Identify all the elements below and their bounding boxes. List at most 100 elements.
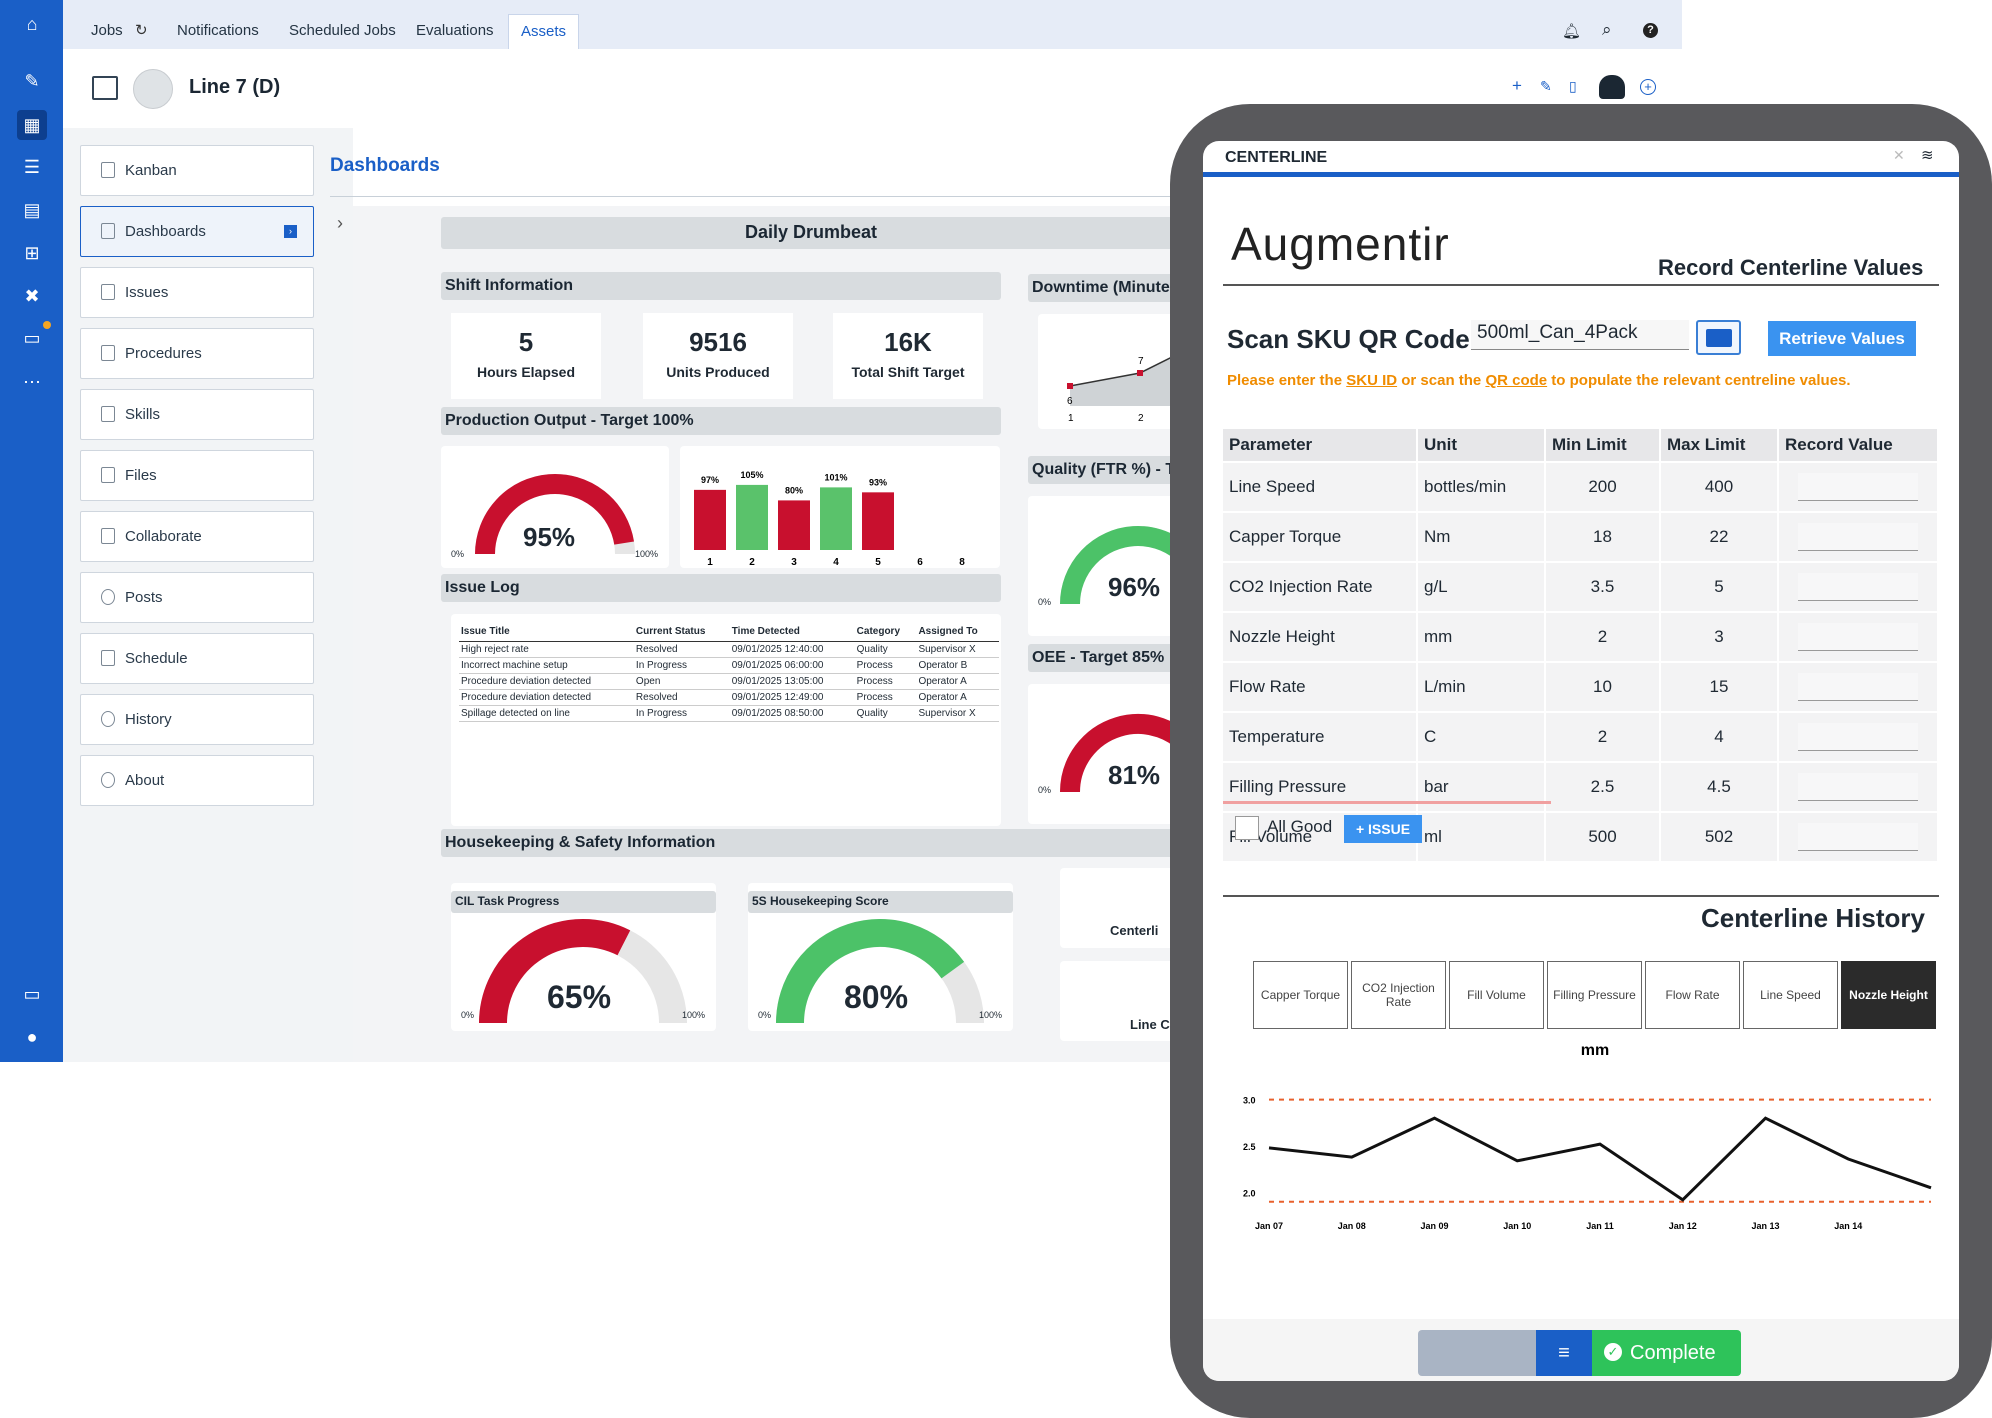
- add-circle-icon[interactable]: +: [1640, 79, 1656, 95]
- augmentir-logo: Augmentir: [1231, 218, 1450, 270]
- record-value-input[interactable]: [1798, 623, 1918, 651]
- nav-schedule[interactable]: Schedule: [80, 633, 314, 684]
- cell: 09/01/2025 06:00:00: [729, 657, 855, 674]
- record-value-input[interactable]: [1798, 523, 1918, 551]
- search-icon[interactable]: ⌕: [1602, 20, 1612, 40]
- trash-icon[interactable]: ▯: [1569, 78, 1577, 95]
- history-tab-line-speed[interactable]: Line Speed: [1743, 961, 1838, 1029]
- record-value-input[interactable]: [1798, 673, 1918, 701]
- quality-title: Quality (FTR %) - Ta: [1028, 456, 1178, 484]
- user-icon[interactable]: ●: [17, 1022, 47, 1052]
- nav-procedures[interactable]: Procedures: [80, 328, 314, 379]
- record-value-input[interactable]: [1798, 723, 1918, 751]
- history-tab-capper-torque[interactable]: Capper Torque: [1253, 961, 1348, 1029]
- document-icon[interactable]: ▤: [17, 195, 47, 225]
- top-tab-bar: Jobs ↻ Notifications Scheduled Jobs Eval…: [63, 0, 1682, 49]
- table-row[interactable]: Spillage detected on line In Progress 09/0…: [459, 705, 999, 722]
- oee-gauge: [1060, 714, 1216, 793]
- cell: 200: [1546, 461, 1661, 511]
- asset-tree-icon[interactable]: [92, 76, 118, 100]
- cell: 09/01/2025 12:40:00: [729, 641, 855, 658]
- record-heading: Record Centerline Values: [1658, 255, 1924, 280]
- quality-gauge-card: 96% 0%: [1028, 496, 1216, 636]
- nav-kanban[interactable]: Kanban: [80, 145, 314, 196]
- nav-dashboards[interactable]: Dashboards ›: [80, 206, 314, 257]
- col-header: Record Value: [1779, 429, 1939, 461]
- record-value-input[interactable]: [1798, 573, 1918, 601]
- nav-about[interactable]: About: [80, 755, 314, 806]
- home-icon[interactable]: ⌂: [17, 9, 47, 39]
- bell-icon[interactable]: 🔔︎: [1562, 22, 1581, 40]
- robot-icon[interactable]: [1599, 75, 1625, 99]
- cell: [1779, 761, 1939, 811]
- table-icon[interactable]: ▦: [17, 110, 47, 140]
- menu-icon[interactable]: ≡: [1536, 1330, 1592, 1376]
- history-tab-flow-rate[interactable]: Flow Rate: [1645, 961, 1740, 1029]
- housekeeping-title: Housekeeping & Safety Information: [441, 829, 1181, 857]
- pencil-icon[interactable]: ✎: [17, 66, 47, 96]
- qr-scan-button[interactable]: [1696, 320, 1741, 355]
- add-icon[interactable]: +: [1512, 76, 1522, 96]
- nav-files[interactable]: Files: [80, 450, 314, 501]
- edit-icon[interactable]: ✎: [1540, 78, 1552, 95]
- tab-assets[interactable]: Assets: [508, 14, 580, 49]
- sku-id-link[interactable]: SKU ID: [1346, 372, 1397, 389]
- tab-scheduled-jobs[interactable]: Scheduled Jobs: [277, 14, 408, 49]
- sku-input[interactable]: 500ml_Can_4Pack: [1471, 320, 1689, 350]
- complete-button[interactable]: ✓ Complete: [1592, 1330, 1741, 1376]
- cell: 5: [1661, 561, 1779, 611]
- nav-history[interactable]: History: [80, 694, 314, 745]
- cell: Capper Torque: [1223, 511, 1418, 561]
- chat-icon[interactable]: ▭: [17, 323, 47, 353]
- gauge-value: 81%: [1108, 760, 1161, 790]
- history-tab-nozzle-height[interactable]: Nozzle Height: [1841, 961, 1936, 1029]
- table-row[interactable]: High reject rate Resolved 09/01/2025 12:40…: [459, 641, 999, 658]
- add-issue-button[interactable]: + ISSUE: [1344, 815, 1422, 843]
- tab-evaluations[interactable]: Evaluations: [404, 14, 506, 49]
- expand-chevron-icon[interactable]: ›: [337, 213, 343, 234]
- tools-icon[interactable]: ✖: [17, 281, 47, 311]
- gauge-min: 0%: [1038, 785, 1052, 795]
- wifi-icon: ≋: [1921, 147, 1934, 164]
- x-tick: Jan 08: [1338, 1221, 1366, 1231]
- record-value-input[interactable]: [1798, 773, 1918, 801]
- downtime-title: Downtime (Minute: [1028, 274, 1178, 302]
- table-row[interactable]: Procedure deviation detected Resolved 09/0…: [459, 689, 999, 706]
- help-icon[interactable]: ?: [1643, 23, 1658, 38]
- heading-divider: [330, 196, 1170, 197]
- history-tab-co2-injection-rate[interactable]: CO2 Injection Rate: [1351, 961, 1446, 1029]
- table-row[interactable]: Procedure deviation detected Open 09/01/20…: [459, 673, 999, 690]
- table-row[interactable]: Incorrect machine setup In Progress 09/01/…: [459, 657, 999, 674]
- hierarchy-icon[interactable]: ⊞: [17, 238, 47, 268]
- nav-collaborate[interactable]: Collaborate: [80, 511, 314, 562]
- nav-posts[interactable]: Posts: [80, 572, 314, 623]
- nav-skills[interactable]: Skills: [80, 389, 314, 440]
- bar-data-label: 80%: [785, 485, 803, 495]
- bar: [820, 487, 852, 550]
- previous-step-button[interactable]: [1418, 1330, 1536, 1376]
- tab-jobs[interactable]: Jobs: [79, 14, 135, 49]
- table-row: Capper Torque Nm 18 22: [1223, 511, 1939, 561]
- history-tab-fill-volume[interactable]: Fill Volume: [1449, 961, 1544, 1029]
- quality-gauge: [1060, 526, 1216, 605]
- asset-title: Line 7 (D): [189, 76, 281, 98]
- record-value-input[interactable]: [1798, 823, 1918, 851]
- window-icon[interactable]: ▭: [17, 979, 47, 1009]
- record-value-input[interactable]: [1798, 473, 1918, 501]
- nav-issues[interactable]: Issues: [80, 267, 314, 318]
- complete-label: Complete: [1630, 1342, 1716, 1364]
- nav-label: Dashboards: [125, 223, 206, 240]
- history-tab-filling-pressure[interactable]: Filling Pressure: [1547, 961, 1642, 1029]
- sliders-icon[interactable]: ☰: [17, 152, 47, 182]
- col-header: Unit: [1418, 429, 1546, 461]
- more-icon[interactable]: ⋯: [17, 367, 47, 397]
- retrieve-values-button[interactable]: Retrieve Values: [1768, 321, 1916, 356]
- qr-code-link[interactable]: QR code: [1485, 372, 1547, 389]
- cell: 22: [1661, 511, 1779, 561]
- bar-x-tick: 4: [833, 557, 839, 568]
- tab-notifications[interactable]: Notifications: [165, 14, 271, 49]
- kpi-hours-elapsed: 5 Hours Elapsed: [451, 313, 601, 399]
- cell: 18: [1546, 511, 1661, 561]
- refresh-icon[interactable]: ↻: [135, 21, 148, 39]
- all-good-checkbox[interactable]: [1235, 816, 1259, 840]
